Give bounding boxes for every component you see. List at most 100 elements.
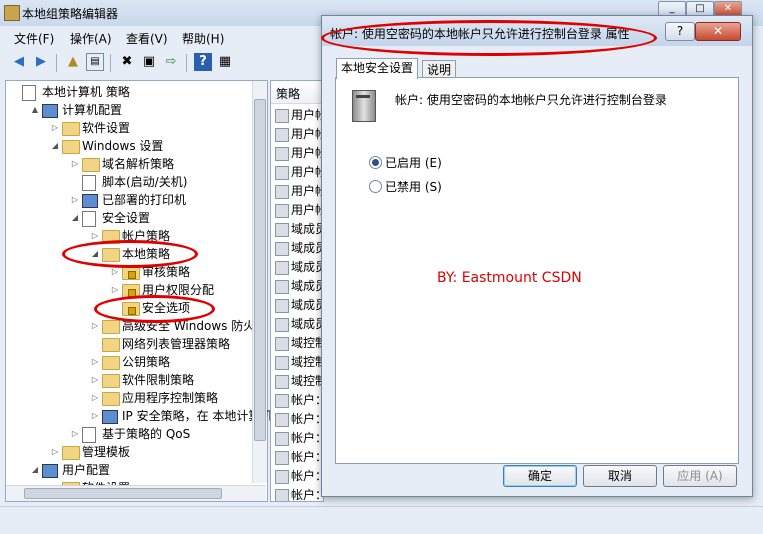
tree-item-label: IP 安全策略，在 本地计算机	[122, 409, 273, 423]
back-arrow-icon[interactable]: ◀	[10, 53, 28, 71]
policy-item-icon	[275, 166, 289, 180]
policy-item-icon	[275, 299, 289, 313]
tree-item[interactable]: ▷ 基于策略的 QoS	[6, 425, 250, 443]
doc-icon	[82, 211, 96, 227]
folder-icon	[102, 392, 120, 406]
folder-icon	[62, 122, 80, 136]
policy-row-label: 域成员	[291, 317, 324, 331]
console-icon[interactable]: ▦	[216, 53, 234, 71]
tree-item-label: 本地计算机 策略	[42, 85, 130, 99]
tree-expand-arrow-icon[interactable]: ▷	[90, 389, 100, 407]
tree-expand-arrow-icon[interactable]: ▲	[30, 101, 40, 119]
tree-expand-arrow-icon[interactable]: ▷	[70, 155, 80, 173]
help-icon[interactable]: ?	[194, 53, 212, 71]
watermark-text: BY: Eastmount CSDN	[437, 270, 582, 286]
tree-item[interactable]: ◢ Windows 设置	[6, 137, 250, 155]
folder-icon	[62, 446, 80, 460]
tree-expand-arrow-icon[interactable]: ▷	[90, 317, 100, 335]
policy-item-icon	[275, 280, 289, 294]
menu-file[interactable]: 文件(F)	[14, 30, 54, 47]
tree-item[interactable]: ▷ 公钥策略	[6, 353, 250, 371]
policy-row-label: 帐户：	[291, 469, 324, 483]
tree-item[interactable]: 网络列表管理器策略	[6, 335, 250, 353]
dialog-close-button[interactable]: ✕	[695, 22, 741, 41]
properties-icon[interactable]: ▣	[140, 53, 158, 71]
radio-disabled-circle[interactable]	[369, 180, 382, 193]
up-folder-icon[interactable]: ▲	[64, 53, 82, 71]
policy-row-label: 帐户：	[291, 450, 324, 464]
tree-expand-arrow-icon[interactable]: ▷	[90, 371, 100, 389]
policy-column-header[interactable]: 策略	[271, 81, 323, 104]
tree-item-label: 软件设置	[82, 121, 131, 135]
menu-help[interactable]: 帮助(H)	[182, 30, 224, 47]
tree-expand-arrow-icon[interactable]: ▷	[70, 191, 80, 209]
chart-icon	[82, 427, 96, 443]
show-tree-icon[interactable]: ▤	[86, 53, 104, 71]
policy-item-icon	[275, 337, 289, 351]
tree-expand-arrow-icon[interactable]: ◢	[70, 209, 80, 227]
apply-button[interactable]: 应用 (A)	[663, 465, 737, 487]
tree-horizontal-scrollbar[interactable]	[6, 485, 266, 501]
policy-item-icon	[275, 375, 289, 389]
policy-row-label: 帐户：	[291, 393, 324, 407]
tree-item[interactable]: ◢ 用户配置	[6, 461, 250, 479]
export-icon[interactable]: ⇨	[162, 53, 180, 71]
tree-expand-arrow-icon[interactable]: ◢	[30, 461, 40, 479]
menu-view[interactable]: 查看(V)	[126, 30, 168, 47]
tree-item[interactable]: ◢ 安全设置	[6, 209, 250, 227]
tree-item[interactable]: ▷ 软件限制策略	[6, 371, 250, 389]
policy-item-icon	[275, 413, 289, 427]
tree-pane[interactable]: 本地计算机 策略 ▲ 计算机配置 ▷ 软件设置 ◢ Windows 设置 ▷ 域名解析策略 脚本(…	[5, 80, 272, 502]
tree-expand-arrow-icon[interactable]: ▷	[110, 281, 120, 299]
tree-item[interactable]: ▲ 计算机配置	[6, 101, 250, 119]
tree-item[interactable]: ▷ 管理模板	[6, 443, 250, 461]
policy-row-label: 域成员	[291, 298, 324, 312]
tree-item[interactable]: 本地计算机 策略	[6, 83, 250, 101]
tree-item[interactable]: ▷ IP 安全策略，在 本地计算机	[6, 407, 272, 425]
folder-icon	[102, 320, 120, 334]
policy-item-icon	[275, 204, 289, 218]
tree-item-label: 计算机配置	[62, 103, 123, 117]
policy-item-icon	[275, 242, 289, 256]
tree-vertical-scrollbar[interactable]	[252, 81, 267, 483]
window-title: 本地组策略编辑器	[22, 7, 119, 21]
tree-expand-arrow-icon[interactable]: ◢	[50, 137, 60, 155]
tree-item[interactable]: ▷ 应用程序控制策略	[6, 389, 250, 407]
policy-item-icon	[275, 185, 289, 199]
delete-icon[interactable]: ✖	[118, 53, 136, 71]
ok-button[interactable]: 确定	[503, 465, 577, 487]
toolbar-separator	[110, 54, 111, 72]
forward-arrow-icon[interactable]: ▶	[32, 53, 50, 71]
tab-local-security-setting[interactable]: 本地安全设置	[336, 58, 419, 79]
dialog-help-button[interactable]: ?	[665, 22, 695, 41]
radio-disabled-label[interactable]: 已禁用 (S)	[385, 178, 442, 195]
tree-hscroll-thumb[interactable]	[24, 488, 222, 499]
tree-expand-arrow-icon[interactable]: ▷	[70, 425, 80, 443]
policy-description: 帐户: 使用空密码的本地帐户只允许进行控制台登录	[395, 93, 667, 107]
tree-item[interactable]: 脚本(启动/关机)	[6, 173, 250, 191]
annotation-ellipse-local-policy	[62, 240, 198, 268]
policy-row-label: 域控制	[291, 374, 324, 388]
pc-icon	[42, 104, 58, 118]
menu-action[interactable]: 操作(A)	[70, 30, 112, 47]
tree-item-label: 软件限制策略	[122, 373, 195, 387]
radio-enabled-circle[interactable]	[369, 156, 382, 169]
policy-list-pane[interactable]: 策略 用户帐 用户帐 用户帐 用户帐 用户帐 用户帐 域成员 域成员 域成员 域成员 域成员 域成员域…	[270, 80, 324, 502]
tree-expand-arrow-icon[interactable]: ▷	[50, 119, 60, 137]
tree-item[interactable]: ▷ 已部署的打印机	[6, 191, 250, 209]
tree-vscroll-thumb[interactable]	[254, 99, 266, 441]
tree-item[interactable]: ▷ 软件设置	[6, 119, 250, 137]
tree-expand-arrow-icon[interactable]: ▷	[50, 443, 60, 461]
cancel-button[interactable]: 取消	[583, 465, 657, 487]
annotation-ellipse-security-options	[94, 295, 215, 323]
policy-row-label: 域成员	[291, 222, 324, 236]
tree-item-label: 域名解析策略	[102, 157, 175, 171]
annotation-ellipse-dialog-title	[321, 20, 657, 56]
pc-icon	[102, 410, 118, 424]
policy-row-label: 域成员	[291, 241, 324, 255]
tree-expand-arrow-icon[interactable]: ▷	[90, 353, 100, 371]
radio-enabled-label[interactable]: 已启用 (E)	[385, 154, 442, 171]
pc-icon	[42, 464, 58, 478]
tree-expand-arrow-icon[interactable]: ▷	[90, 407, 100, 425]
tree-item[interactable]: ▷ 域名解析策略	[6, 155, 250, 173]
